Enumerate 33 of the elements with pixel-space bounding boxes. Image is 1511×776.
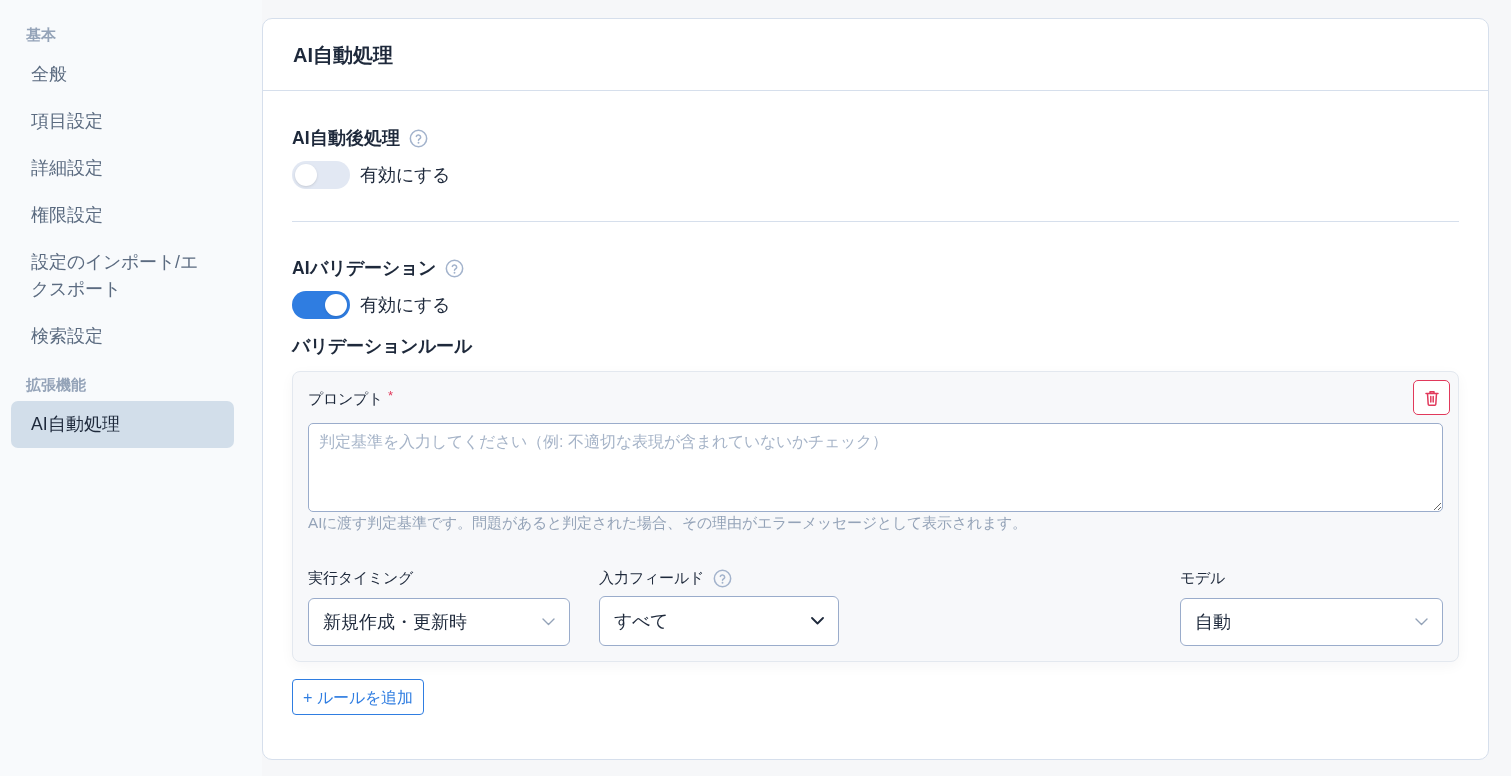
field-label: プロンプト: [308, 389, 383, 409]
chevron-down-icon: [542, 618, 555, 626]
section-heading: 拡張機能: [25, 375, 87, 395]
section-title: バリデーションルール: [292, 335, 474, 358]
sidebar-item[interactable]: AI自動処理: [11, 401, 234, 448]
sidebar-item[interactable]: 詳細設定: [11, 145, 234, 192]
setting-label: AIバリデーション: [292, 257, 436, 280]
field-label: 実行タイミング: [308, 568, 413, 588]
prompt-field[interactable]: 判定基準を入力してください（例: 不適切な表現が含まれていないかチェック）: [308, 423, 1443, 512]
required-mark: *: [388, 389, 394, 403]
sidebar-item[interactable]: 全般: [11, 51, 234, 98]
field-label: 入力フィールド: [599, 568, 704, 588]
setting-label: AI自動後処理: [292, 127, 400, 150]
dropdown[interactable]: 自動: [1180, 598, 1443, 646]
toggle-switch[interactable]: [292, 161, 350, 189]
add-rule-button[interactable]: + ルールを追加: [292, 679, 424, 715]
toggle-label: 有効にする: [360, 294, 450, 317]
field-label: モデル: [1180, 568, 1225, 588]
help-text: AIに渡す判定基準です。問題があると判定された場合、その理由がエラーメッセージとして表示されます。: [308, 513, 1029, 533]
sidebar-item[interactable]: 設定のインポート/エクスポート: [11, 239, 234, 313]
sidebar-item[interactable]: 検索設定: [11, 313, 234, 360]
chevron-down-icon: [1415, 618, 1428, 626]
dropdown[interactable]: すべて: [599, 596, 839, 646]
toggle-label: 有効にする: [360, 164, 450, 187]
chevron-down-icon: [811, 617, 824, 625]
toggle-switch[interactable]: [292, 291, 350, 319]
panel-title: AI自動処理: [293, 42, 393, 68]
section-heading: 基本: [25, 25, 57, 45]
dropdown[interactable]: 新規作成・更新時: [308, 598, 570, 646]
trash-icon: [1424, 389, 1439, 406]
sidebar-item[interactable]: 権限設定: [11, 192, 234, 239]
sidebar-item[interactable]: 項目設定: [11, 98, 234, 145]
delete-button[interactable]: [1413, 380, 1450, 415]
